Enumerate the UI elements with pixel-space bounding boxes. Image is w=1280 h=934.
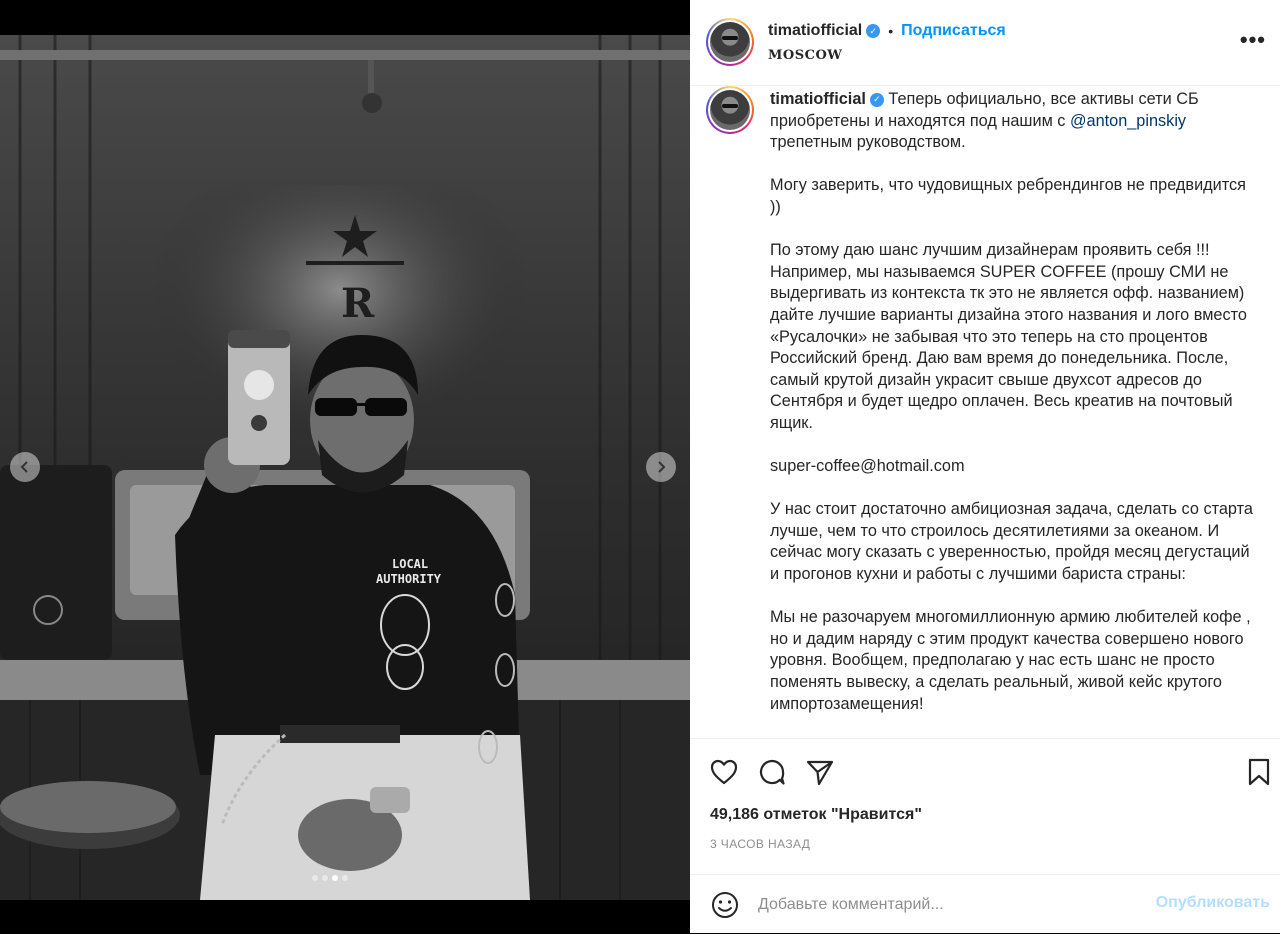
comment-row: Опубликовать [690, 874, 1280, 934]
caption-email: super-coffee@hotmail.com [770, 457, 965, 476]
chevron-right-icon [658, 461, 666, 473]
avatar-image [710, 90, 750, 130]
carousel-dot [322, 875, 328, 881]
svg-text:AUTHORITY: AUTHORITY [376, 572, 442, 586]
photo-illustration: R LOCAL AUTHORITY [0, 35, 690, 900]
separator-dot: • [888, 23, 894, 39]
caption-paragraph: Мы не разочаруем многомиллионную армию л… [770, 608, 1256, 713]
carousel-indicator [312, 875, 348, 881]
header-username[interactable]: timatiofficial [768, 22, 862, 40]
svg-text:R: R [341, 280, 375, 327]
post-caption: timatiofficial ✓ Теперь официально, все а… [770, 89, 1260, 715]
post-photo[interactable]: R LOCAL AUTHORITY [0, 35, 690, 900]
caption-lead: timatiofficial ✓ Теперь официально, все а… [770, 89, 1260, 154]
emoji-icon [712, 892, 738, 918]
caption-paragraph: Могу заверить, что чудовищных ребрендинг… [770, 176, 1251, 216]
svg-text:LOCAL: LOCAL [392, 557, 428, 571]
more-options-button[interactable]: ••• [1240, 29, 1266, 51]
chevron-left-icon [20, 461, 28, 473]
mention-link[interactable]: @anton_pinskiy [1070, 112, 1186, 130]
share-button[interactable] [805, 757, 835, 787]
likes-count[interactable]: 49,186 отметок "Нравится" [710, 806, 922, 824]
post-actions: 49,186 отметок "Нравится" 3 ЧАСОВ НАЗАД … [690, 738, 1280, 933]
avatar[interactable] [706, 18, 754, 66]
publish-button[interactable]: Опубликовать [1156, 894, 1270, 912]
caption-paragraph: По этому даю шанс лучшим дизайнерам проя… [770, 241, 1252, 432]
comment-button[interactable] [757, 757, 787, 787]
avatar-image [710, 22, 750, 62]
post-media: R LOCAL AUTHORITY [0, 0, 690, 933]
save-button[interactable] [1244, 757, 1274, 787]
share-icon [806, 760, 834, 786]
carousel-next-button[interactable] [646, 452, 676, 482]
bookmark-icon [1248, 758, 1270, 786]
emoji-button[interactable] [710, 890, 740, 920]
caption-username[interactable]: timatiofficial [770, 90, 866, 108]
carousel-dot [332, 875, 338, 881]
verified-icon: ✓ [869, 92, 884, 107]
like-button[interactable] [709, 757, 739, 787]
follow-button[interactable]: Подписаться [901, 22, 1006, 40]
header-user-row: timatiofficial ✓ • Подписаться [768, 22, 1006, 40]
verified-icon: ✓ [866, 24, 881, 38]
carousel-dot [312, 875, 318, 881]
post-timestamp[interactable]: 3 ЧАСОВ НАЗАД [710, 837, 810, 851]
heart-icon [710, 759, 738, 785]
location-link[interactable]: MOSCOW [768, 48, 842, 63]
post-panel: timatiofficial ✓ • Подписаться MOSCOW ••… [690, 0, 1280, 933]
comment-input[interactable] [758, 893, 1138, 917]
caption-avatar[interactable] [706, 86, 754, 134]
caption-paragraph: У нас стоит достаточно амбициозная задач… [770, 500, 1258, 584]
caption-area: timatiofficial ✓ Теперь официально, все а… [690, 86, 1280, 738]
carousel-dot [342, 875, 348, 881]
post-header: timatiofficial ✓ • Подписаться MOSCOW ••… [690, 0, 1280, 86]
carousel-prev-button[interactable] [10, 452, 40, 482]
comment-icon [759, 759, 785, 785]
